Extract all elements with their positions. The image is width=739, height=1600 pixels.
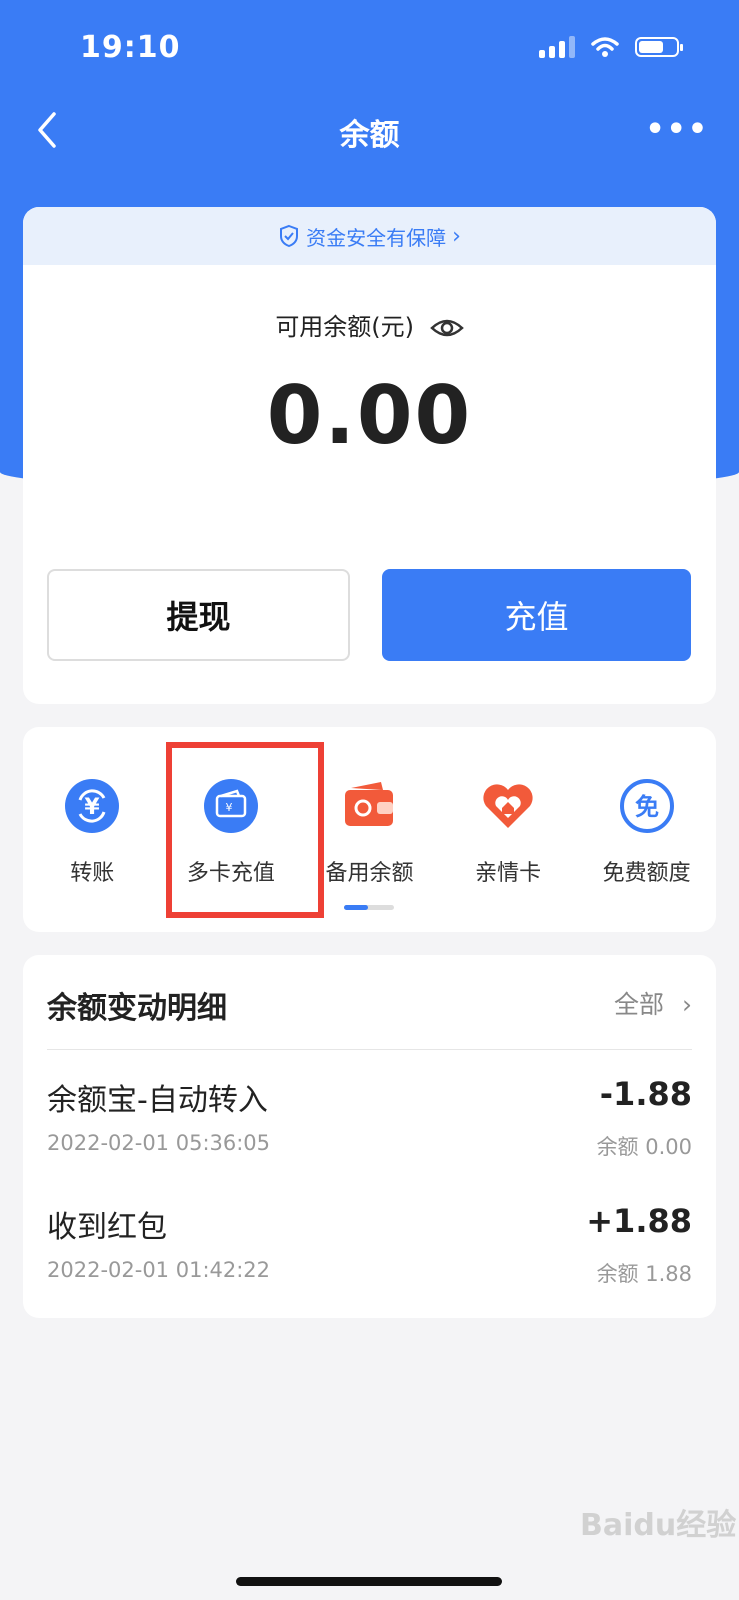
record-time: 2022-02-01 01:42:22	[47, 1258, 271, 1282]
record-name: 收到红包	[47, 1210, 167, 1245]
page-title: 余额	[339, 118, 400, 153]
svg-text:免: 免	[635, 793, 659, 821]
eye-icon[interactable]	[429, 317, 464, 339]
chevron-right-icon: ›	[682, 990, 692, 1019]
navigation-bar: 余额 •••	[0, 100, 739, 160]
shortcut-family-card[interactable]: 亲情卡	[439, 777, 578, 887]
record-amount: -1.88	[599, 1075, 692, 1113]
safety-text: 资金安全有保障	[306, 225, 447, 250]
records-title: 余额变动明细	[47, 991, 227, 1026]
record-amount: +1.88	[586, 1202, 692, 1240]
shortcut-row: ¥ 转账 ¥ 多卡充值 备用余额 亲情卡 免 免费额度	[23, 777, 716, 887]
divider	[47, 1049, 692, 1050]
status-icons	[539, 36, 683, 58]
shield-icon	[280, 224, 299, 248]
chevron-right-icon: ›	[452, 223, 461, 249]
shortcut-label: 备用余额	[325, 861, 414, 886]
page-indicator	[344, 905, 394, 910]
highlight-box	[166, 742, 324, 918]
status-bar: 19:10	[0, 0, 739, 100]
shortcut-free-quota[interactable]: 免 免费额度	[577, 777, 716, 887]
safety-banner[interactable]: 资金安全有保障 ›	[23, 207, 716, 265]
record-balance: 余额 1.88	[596, 1262, 692, 1286]
recharge-button[interactable]: 充值	[382, 569, 691, 661]
record-balance: 余额 0.00	[596, 1135, 692, 1159]
free-quota-icon: 免	[618, 777, 676, 835]
records-card: 余额变动明细 全部 › 余额宝-自动转入 2022-02-01 05:36:05…	[23, 955, 716, 1318]
balance-label: 可用余额(元)	[275, 313, 415, 341]
family-card-icon	[479, 777, 537, 835]
shortcut-card: ¥ 转账 ¥ 多卡充值 备用余额 亲情卡 免 免费额度	[23, 727, 716, 932]
home-indicator	[236, 1577, 502, 1586]
shortcut-transfer[interactable]: ¥ 转账	[23, 777, 162, 887]
more-options-icon[interactable]: •••	[645, 112, 709, 147]
balance-amount: 0.00	[266, 369, 473, 462]
watermark: Baidu经验	[580, 1508, 737, 1543]
shortcut-label: 转账	[70, 861, 115, 886]
record-row[interactable]: 余额宝-自动转入 2022-02-01 05:36:05 -1.88 余额 0.…	[47, 1075, 692, 1175]
balance-card: 资金安全有保障 › 可用余额(元) 0.00 提现 充值	[23, 207, 716, 704]
balance-label-row: 可用余额(元)	[23, 307, 716, 342]
svg-text:¥: ¥	[85, 795, 101, 820]
wifi-icon	[591, 37, 619, 57]
record-row[interactable]: 收到红包 2022-02-01 01:42:22 +1.88 余额 1.88	[47, 1202, 692, 1302]
records-header: 余额变动明细 全部 ›	[47, 983, 692, 1029]
battery-icon	[635, 37, 683, 57]
record-name: 余额宝-自动转入	[47, 1083, 268, 1118]
signal-icon	[539, 36, 575, 58]
view-all-link[interactable]: 全部 ›	[614, 985, 692, 1021]
shortcut-label: 亲情卡	[475, 861, 542, 886]
record-time: 2022-02-01 05:36:05	[47, 1131, 271, 1155]
shortcut-label: 免费额度	[602, 861, 691, 886]
status-time: 19:10	[80, 30, 181, 65]
wallet-icon	[340, 777, 398, 835]
withdraw-button[interactable]: 提现	[47, 569, 350, 661]
transfer-icon: ¥	[63, 777, 121, 835]
